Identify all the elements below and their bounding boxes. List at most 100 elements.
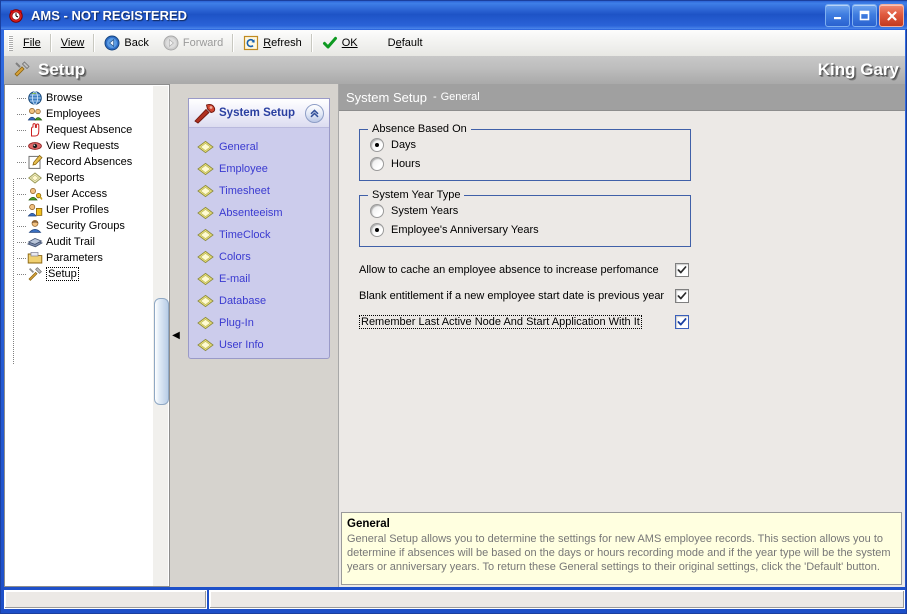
tree-item-audit-trail[interactable]: Audit Trail [9,234,169,250]
radio-hours-indicator[interactable] [370,156,384,171]
tree-connector [17,98,27,99]
default-button[interactable]: Default [381,33,430,53]
tree-item-label: User Access [46,188,108,200]
checkbox-cache-absence[interactable] [675,263,689,277]
menu-view[interactable]: View [54,33,92,53]
pencil-pad-icon [27,154,43,170]
nav-item-user-info[interactable]: User Info [189,334,329,356]
tree-item-user-profiles[interactable]: User Profiles [9,202,169,218]
tree-item-user-access[interactable]: User Access [9,186,169,202]
system-year-type-group: System Year Type System Years Employee's… [359,189,691,247]
diamond-icon [197,162,214,176]
description-title: General [347,518,390,530]
nav-item-colors[interactable]: Colors [189,246,329,268]
checkbox-blank-entitlement[interactable] [675,289,689,303]
tree-item-record-absences[interactable]: Record Absences [9,154,169,170]
tree-item-reports[interactable]: Reports [9,170,169,186]
radio-option-days[interactable]: Days [360,135,690,154]
panel-splitter[interactable]: ◀ [172,84,180,587]
diamond-icon [197,294,214,308]
ok-button[interactable]: OK [315,33,365,53]
window-title-separator: - [59,7,72,23]
tree-item-setup[interactable]: Setup [9,266,169,282]
tree-item-label: Record Absences [46,156,133,168]
nav-item-plugin[interactable]: Plug-In [189,312,329,334]
tools-icon [12,59,32,82]
chevron-up-icon[interactable] [305,104,324,123]
nav-item-label: Timesheet [219,185,270,197]
window-title: AMS - NOT REGISTERED [31,8,187,23]
description-panel: General General Setup allows you to dete… [341,512,902,585]
tree-item-security-groups[interactable]: Security Groups [9,218,169,234]
nav-item-email[interactable]: E-mail [189,268,329,290]
main-content-panel: System Setup - General Absence Based On … [338,84,905,587]
checkbox-row-blank-entitlement[interactable]: Blank entitlement if a new employee star… [359,286,689,306]
radio-option-hours[interactable]: Hours [360,154,690,173]
page-header-left: Setup [4,59,85,82]
radio-system-years-indicator[interactable] [370,203,384,218]
globe-icon [27,90,43,106]
settings-form: Absence Based On Days Hours System Year … [339,111,905,531]
radio-days-indicator[interactable] [370,137,384,152]
status-pane-left [4,590,207,609]
refresh-label: efresh [271,37,302,49]
checkbox-row-cache-absence[interactable]: Allow to cache an employee absence to in… [359,260,689,280]
toolbar-separator [232,34,235,52]
window-controls [825,4,904,27]
back-button[interactable]: Back [97,33,155,53]
report-icon [27,170,43,186]
tree-scrollbar[interactable] [153,86,169,586]
tree-scrollbar-thumb[interactable] [154,298,169,405]
toolbar-grip[interactable] [8,35,13,51]
nav-item-database[interactable]: Database [189,290,329,312]
nav-item-employee[interactable]: Employee [189,158,329,180]
tree-item-label: User Profiles [46,204,109,216]
collapse-left-arrow-icon[interactable]: ◀ [172,330,180,341]
toolbar-separator [49,34,52,52]
system-setup-item-list: General Employee Timesheet Absenteeism T… [189,128,329,356]
radio-option-anniversary-years[interactable]: Employee's Anniversary Years [360,220,690,239]
tree-item-employees[interactable]: Employees [9,106,169,122]
tree-item-label: Audit Trail [46,236,95,248]
tree-connector [17,130,27,131]
ok-label: OK [341,37,358,49]
tree-item-view-requests[interactable]: View Requests [9,138,169,154]
tree-connector [17,114,27,115]
system-setup-group-header[interactable]: System Setup [189,99,329,128]
nav-item-absenteeism[interactable]: Absenteeism [189,202,329,224]
close-button[interactable] [879,4,904,27]
user-key-icon [27,186,43,202]
navigation-tree-panel: Browse Employees Request Absence View Re… [4,84,170,587]
content-breadcrumb: System Setup - General [339,84,905,111]
default-label-d: D [387,37,396,49]
radio-option-system-years[interactable]: System Years [360,201,690,220]
checkbox-remember-node[interactable] [675,315,689,329]
menu-file[interactable]: File [16,33,48,53]
tree-connector [17,162,27,163]
tree-item-request-absence[interactable]: Request Absence [9,122,169,138]
check-mark-icon [322,35,338,51]
tree-item-parameters[interactable]: Parameters [9,250,169,266]
menu-view-label: View [60,37,85,49]
forward-button[interactable]: Forward [156,33,230,53]
alarm-clock-icon [7,6,25,24]
radio-anniversary-years-indicator[interactable] [370,222,384,237]
toolbar-separator [93,34,96,52]
minimize-button[interactable] [825,4,850,27]
tree-connector [17,194,27,195]
radio-hours-label: Hours [391,157,421,170]
page-header-band: Setup King Gary [4,56,905,85]
nav-item-timeclock[interactable]: TimeClock [189,224,329,246]
client-area: Browse Employees Request Absence View Re… [4,84,905,587]
description-text: General Setup allows you to determine th… [347,533,891,573]
refresh-label-underline: R [263,37,272,49]
nav-item-timesheet[interactable]: Timesheet [189,180,329,202]
checkbox-row-remember-node[interactable]: Remember Last Active Node And Start Appl… [359,312,689,332]
maximize-button[interactable] [852,4,877,27]
tree-item-browse[interactable]: Browse [9,90,169,106]
nav-item-label: Absenteeism [219,207,283,219]
nav-item-label: Employee [219,163,268,175]
refresh-button[interactable]: Refresh [236,33,309,53]
nav-item-general[interactable]: General [189,136,329,158]
back-arrow-icon [104,35,120,51]
